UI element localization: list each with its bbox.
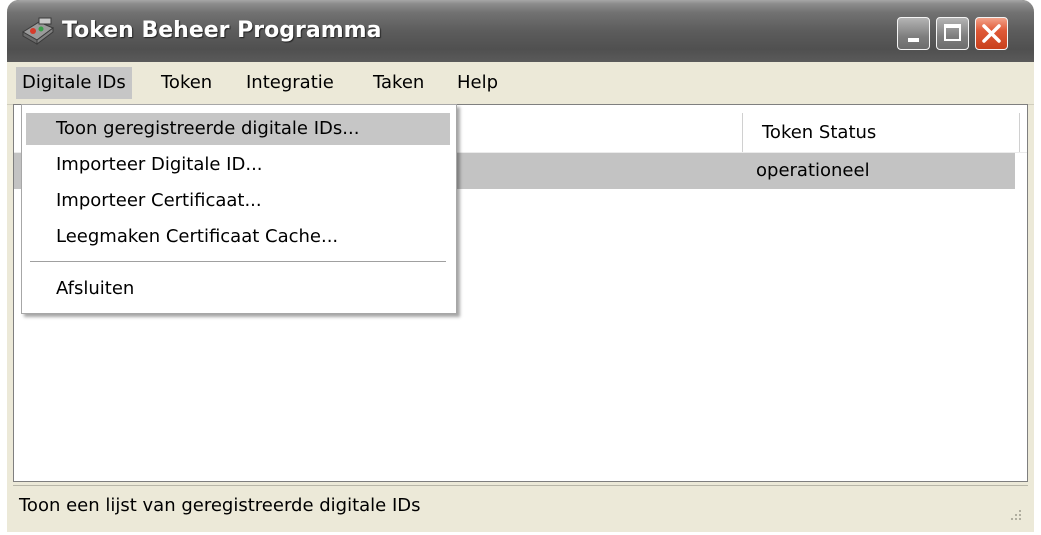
menu-integratie[interactable]: Integratie	[240, 67, 340, 99]
status-bar: Toon een lijst van geregistreerde digita…	[13, 485, 1028, 526]
column-divider[interactable]	[742, 113, 743, 153]
menu-item-afsluiten[interactable]: Afsluiten	[26, 273, 450, 305]
menu-item-toon-geregistreerde-digitale-ids[interactable]: Toon geregistreerde digitale IDs...	[26, 113, 450, 145]
close-button[interactable]	[975, 17, 1008, 50]
minimize-icon	[908, 38, 919, 42]
token-status-cell: operationeel	[756, 160, 870, 181]
column-header-token-status[interactable]: Token Status	[762, 113, 876, 153]
window-title: Token Beheer Programma	[62, 18, 382, 43]
menu-taken[interactable]: Taken	[367, 67, 430, 99]
menu-bar: Digitale IDs Token Integratie Taken Help	[7, 62, 1034, 105]
menu-item-importeer-certificaat[interactable]: Importeer Certificaat...	[26, 185, 450, 217]
maximize-icon	[944, 24, 961, 41]
menu-separator	[30, 261, 446, 263]
column-divider[interactable]	[1019, 113, 1020, 153]
menu-item-importeer-digitale-id[interactable]: Importeer Digitale ID...	[26, 149, 450, 181]
close-icon	[981, 23, 1002, 48]
resize-grip-icon[interactable]	[1008, 506, 1022, 520]
menu-item-leegmaken-certificaat-cache[interactable]: Leegmaken Certificaat Cache...	[26, 221, 450, 253]
maximize-button[interactable]	[936, 17, 969, 50]
application-window: Token Beheer Programma Digitale IDs Toke…	[7, 0, 1034, 532]
status-text: Toon een lijst van geregistreerde digita…	[19, 495, 421, 516]
menu-digitale-ids[interactable]: Digitale IDs	[16, 67, 132, 99]
menu-token[interactable]: Token	[155, 67, 218, 99]
minimize-button[interactable]	[897, 17, 930, 50]
token-app-icon	[19, 14, 59, 46]
menu-help[interactable]: Help	[451, 67, 504, 99]
title-bar[interactable]: Token Beheer Programma	[7, 0, 1034, 62]
digitale-ids-dropdown-menu: Toon geregistreerde digitale IDs... Impo…	[21, 104, 457, 314]
